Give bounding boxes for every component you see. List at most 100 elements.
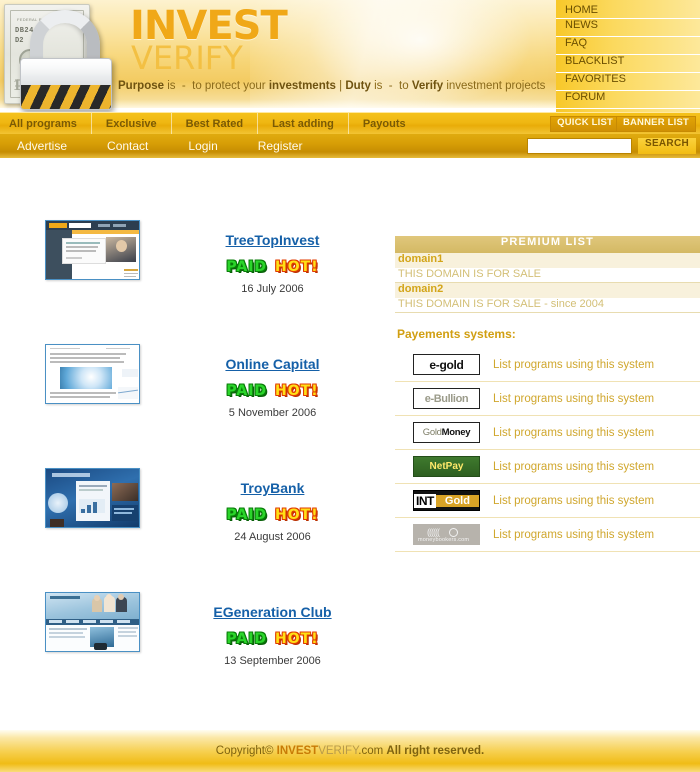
nav-item-best-rated[interactable]: Best Rated <box>172 113 259 134</box>
payment-system-link[interactable]: List programs using this system <box>493 359 654 371</box>
program-thumbnail[interactable] <box>45 344 140 404</box>
menu-item-forum[interactable]: FORUM <box>556 91 700 109</box>
payment-systems-title: Payements systems: <box>397 327 516 341</box>
egold-logo-icon: e-gold <box>413 354 480 375</box>
program-badges: PAID HOT! <box>150 382 395 400</box>
search-input-wrapper[interactable] <box>527 138 632 157</box>
program-badges: PAID HOT! <box>150 630 395 648</box>
banner-list-button[interactable]: BANNER LIST <box>615 116 696 132</box>
main-content: TreeTopInvest PAID HOT! 16 July 2006 Onl… <box>0 158 700 730</box>
program-listing-item: TreeTopInvest PAID HOT! 16 July 2006 <box>0 220 395 344</box>
hot-badge: HOT! <box>275 506 319 523</box>
site-footer: Copyright© INVESTVERIFY.com All right re… <box>0 730 700 772</box>
padlock-body-icon <box>20 58 112 110</box>
goldmoney-logo-icon: Gold Money <box>413 422 480 443</box>
menu-item-faq[interactable]: FAQ <box>556 37 700 55</box>
program-listing-item: Online Capital PAID HOT! 5 November 2006 <box>0 344 395 468</box>
padlock-gloss <box>21 59 111 77</box>
program-thumbnail[interactable] <box>45 592 140 652</box>
intgold-logo-icon: INT Gold <box>413 490 480 511</box>
program-title-link[interactable]: TreeTopInvest <box>150 232 395 248</box>
primary-nav-items: All programs Exclusive Best Rated Last a… <box>0 113 420 134</box>
program-date: 24 August 2006 <box>234 531 311 543</box>
hazard-stripes-icon <box>21 85 111 109</box>
logo-verify-text[interactable]: VERIFY <box>131 42 243 74</box>
premium-list-header: PREMIUM LIST <box>395 236 700 253</box>
banner-tagline: Purpose is - to protect your investments… <box>118 80 546 92</box>
payment-system-row: ((((((moneybookers.com List programs usi… <box>395 518 700 552</box>
right-sidebar: PREMIUM LIST domain1 THIS DOMAIN IS FOR … <box>395 236 700 552</box>
hot-badge: HOT! <box>275 258 319 275</box>
thumbnail-image-troybank <box>46 469 139 527</box>
nav-item-all-programs[interactable]: All programs <box>0 113 92 134</box>
payment-system-row: NetPay List programs using this system <box>395 450 700 484</box>
program-thumbnail[interactable] <box>45 220 140 280</box>
menu-item-blacklist[interactable]: BLACKLIST <box>556 55 700 73</box>
footer-rights: All right reserved. <box>386 745 485 757</box>
footer-brand-suffix: .com <box>358 745 387 757</box>
program-listing-item: EGeneration Club PAID HOT! 13 September 2… <box>0 592 395 716</box>
search-input[interactable] <box>528 142 631 157</box>
payment-system-link[interactable]: List programs using this system <box>493 427 654 439</box>
premium-domain-name[interactable]: domain2 <box>395 283 700 298</box>
program-title-link[interactable]: Online Capital <box>150 356 395 372</box>
footer-copyright: Copyright© INVESTVERIFY.com All right re… <box>216 745 484 757</box>
footer-brand-verify: VERIFY <box>318 745 359 757</box>
search-button[interactable]: SEARCH <box>637 138 696 154</box>
payment-system-link[interactable]: List programs using this system <box>493 495 654 507</box>
program-title-link[interactable]: EGeneration Club <box>150 604 395 620</box>
thumbnail-image-onlinecapital <box>46 345 139 403</box>
premium-domain-description[interactable]: THIS DOMAIN IS FOR SALE - since 2004 <box>395 298 700 313</box>
thumbnail-image-egenerationclub <box>46 593 139 651</box>
program-thumbnail[interactable] <box>45 468 140 528</box>
program-listings: TreeTopInvest PAID HOT! 16 July 2006 Onl… <box>0 220 395 716</box>
page-root: FEDERAL RESERVE NOTE DB24453 D2 100 INVE… <box>0 0 700 772</box>
nav-item-advertise[interactable]: Advertise <box>0 134 89 158</box>
top-right-menu: HOME NEWS FAQ BLACKLIST FAVORITES FORUM <box>556 0 700 112</box>
menu-item-home[interactable]: HOME <box>556 0 700 19</box>
moneybookers-logo-icon: ((((((moneybookers.com <box>413 524 480 545</box>
payment-system-link[interactable]: List programs using this system <box>493 393 654 405</box>
paid-badge: PAID <box>226 506 268 523</box>
program-date: 16 July 2006 <box>241 283 304 295</box>
nav-item-register[interactable]: Register <box>240 134 325 158</box>
program-badges: PAID HOT! <box>150 506 395 524</box>
bill-serial-2: D2 <box>15 37 24 45</box>
payment-system-row: e-Bullion List programs using this syste… <box>395 382 700 416</box>
payment-system-link[interactable]: List programs using this system <box>493 529 654 541</box>
payment-systems-list: e-gold List programs using this system e… <box>395 348 700 552</box>
program-date: 5 November 2006 <box>228 407 317 419</box>
footer-brand-invest: INVEST <box>276 745 319 757</box>
menu-item-favorites[interactable]: FAVORITES <box>556 73 700 91</box>
nav-item-last-adding[interactable]: Last adding <box>258 113 349 134</box>
premium-domain-description[interactable]: THIS DOMAIN IS FOR SALE <box>395 268 700 283</box>
hot-badge: HOT! <box>275 630 319 647</box>
netpay-logo-icon: NetPay <box>413 456 480 477</box>
primary-nav-bar: All programs Exclusive Best Rated Last a… <box>0 112 700 134</box>
nav-item-payouts[interactable]: Payouts <box>349 113 420 134</box>
program-badges: PAID HOT! <box>150 258 395 276</box>
payment-system-link[interactable]: List programs using this system <box>493 461 654 473</box>
secondary-nav-items: Advertise Contact Login Register <box>0 134 324 158</box>
secondary-nav-bar: Advertise Contact Login Register SEARCH <box>0 134 700 158</box>
thumbnail-image-treetopinvest <box>46 221 139 279</box>
premium-list-entry: domain2 THIS DOMAIN IS FOR SALE - since … <box>395 283 700 313</box>
paid-badge: PAID <box>226 630 268 647</box>
quick-list-button[interactable]: QUICK LIST <box>550 116 620 132</box>
payment-system-row: INT Gold List programs using this system <box>395 484 700 518</box>
program-date: 13 September 2006 <box>224 655 321 667</box>
menu-item-news[interactable]: NEWS <box>556 19 700 37</box>
hot-badge: HOT! <box>275 382 319 399</box>
nav-item-exclusive[interactable]: Exclusive <box>92 113 172 134</box>
premium-domain-name[interactable]: domain1 <box>395 253 700 268</box>
premium-list-entry: domain1 THIS DOMAIN IS FOR SALE <box>395 253 700 283</box>
nav-item-login[interactable]: Login <box>170 134 239 158</box>
paid-badge: PAID <box>226 382 268 399</box>
paid-badge: PAID <box>226 258 268 275</box>
program-title-link[interactable]: TroyBank <box>150 480 395 496</box>
nav-item-contact[interactable]: Contact <box>89 134 170 158</box>
payment-system-row: e-gold List programs using this system <box>395 348 700 382</box>
payment-system-row: Gold Money List programs using this syste… <box>395 416 700 450</box>
program-listing-item: TroyBank PAID HOT! 24 August 2006 <box>0 468 395 592</box>
ebullion-logo-icon: e-Bullion <box>413 388 480 409</box>
